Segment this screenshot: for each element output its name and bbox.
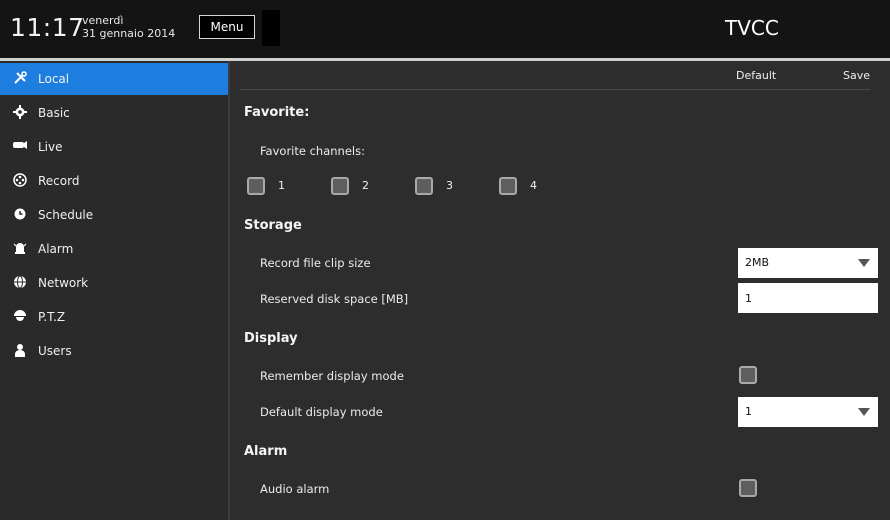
reserved-disk-label: Reserved disk space [MB] bbox=[260, 292, 409, 306]
default-display-select[interactable]: 1 bbox=[738, 397, 878, 427]
top-bar: 11:17 venerdì 31 gennaio 2014 Menu TVCC bbox=[0, 0, 890, 58]
default-display-label: Default display mode bbox=[260, 405, 383, 419]
clip-size-label: Record file clip size bbox=[260, 256, 371, 270]
gear-icon bbox=[12, 105, 28, 121]
sidebar-item-alarm[interactable]: Alarm bbox=[0, 233, 228, 265]
clock-gear-icon bbox=[12, 207, 28, 223]
clip-size-value: 2MB bbox=[745, 256, 770, 269]
tools-icon bbox=[12, 71, 28, 87]
sidebar-item-network[interactable]: Network bbox=[0, 267, 228, 299]
sidebar: Local Basic Live Record Schedule Alarm N… bbox=[0, 61, 228, 520]
action-bar-divider bbox=[240, 89, 870, 90]
remember-display-label: Remember display mode bbox=[260, 369, 404, 383]
date-display: venerdì 31 gennaio 2014 bbox=[82, 14, 175, 40]
settings-panel: Default Save Favorite: Favorite channels… bbox=[230, 61, 890, 520]
sidebar-item-label: Basic bbox=[38, 106, 70, 120]
dropdown-arrow-icon bbox=[858, 408, 870, 416]
default-button[interactable]: Default bbox=[736, 69, 776, 82]
weekday-label: venerdì bbox=[82, 14, 124, 27]
channel-3-checkbox[interactable] bbox=[415, 177, 433, 195]
film-reel-icon bbox=[12, 173, 28, 189]
clock-time: 11:17 bbox=[10, 13, 85, 42]
sidebar-item-live[interactable]: Live bbox=[0, 131, 228, 163]
user-icon bbox=[12, 343, 28, 359]
sidebar-item-record[interactable]: Record bbox=[0, 165, 228, 197]
channel-3-label: 3 bbox=[446, 179, 453, 192]
date-label: 31 gennaio 2014 bbox=[82, 27, 176, 40]
sidebar-item-label: Network bbox=[38, 276, 89, 290]
sidebar-item-ptz[interactable]: P.T.Z bbox=[0, 301, 228, 333]
sidebar-item-local[interactable]: Local bbox=[0, 63, 228, 95]
globe-icon bbox=[12, 275, 28, 291]
sidebar-item-label: P.T.Z bbox=[38, 310, 66, 324]
clip-size-select[interactable]: 2MB bbox=[738, 248, 878, 278]
channel-2-checkbox[interactable] bbox=[331, 177, 349, 195]
section-title-display: Display bbox=[244, 331, 298, 346]
app-title: TVCC bbox=[725, 16, 779, 40]
save-button[interactable]: Save bbox=[843, 69, 870, 82]
sidebar-item-label: Live bbox=[38, 140, 63, 154]
sidebar-item-label: Users bbox=[38, 344, 72, 358]
remember-display-checkbox[interactable] bbox=[739, 366, 757, 384]
channel-1-label: 1 bbox=[278, 179, 285, 192]
audio-alarm-checkbox[interactable] bbox=[739, 479, 757, 497]
sidebar-item-label: Alarm bbox=[38, 242, 74, 256]
sidebar-item-basic[interactable]: Basic bbox=[0, 97, 228, 129]
sidebar-item-label: Schedule bbox=[38, 208, 94, 222]
menu-button[interactable]: Menu bbox=[199, 15, 255, 39]
sidebar-item-label: Local bbox=[38, 72, 70, 86]
dropdown-arrow-icon bbox=[858, 259, 870, 267]
channel-1-checkbox[interactable] bbox=[247, 177, 265, 195]
menu-button-pad bbox=[262, 10, 280, 46]
camera-icon bbox=[12, 139, 28, 155]
reserved-disk-input[interactable] bbox=[738, 283, 878, 313]
section-title-favorite: Favorite: bbox=[244, 105, 310, 120]
channel-2-label: 2 bbox=[362, 179, 369, 192]
dome-camera-icon bbox=[12, 309, 28, 325]
favorite-channels-label: Favorite channels: bbox=[260, 144, 365, 158]
channel-4-label: 4 bbox=[530, 179, 537, 192]
sidebar-item-label: Record bbox=[38, 174, 80, 188]
default-display-value: 1 bbox=[745, 405, 752, 418]
channel-4-checkbox[interactable] bbox=[499, 177, 517, 195]
alarm-icon bbox=[12, 241, 28, 257]
section-title-storage: Storage bbox=[244, 218, 302, 233]
sidebar-item-schedule[interactable]: Schedule bbox=[0, 199, 228, 231]
sidebar-item-users[interactable]: Users bbox=[0, 335, 228, 367]
audio-alarm-label: Audio alarm bbox=[260, 482, 330, 496]
section-title-alarm: Alarm bbox=[244, 444, 288, 459]
